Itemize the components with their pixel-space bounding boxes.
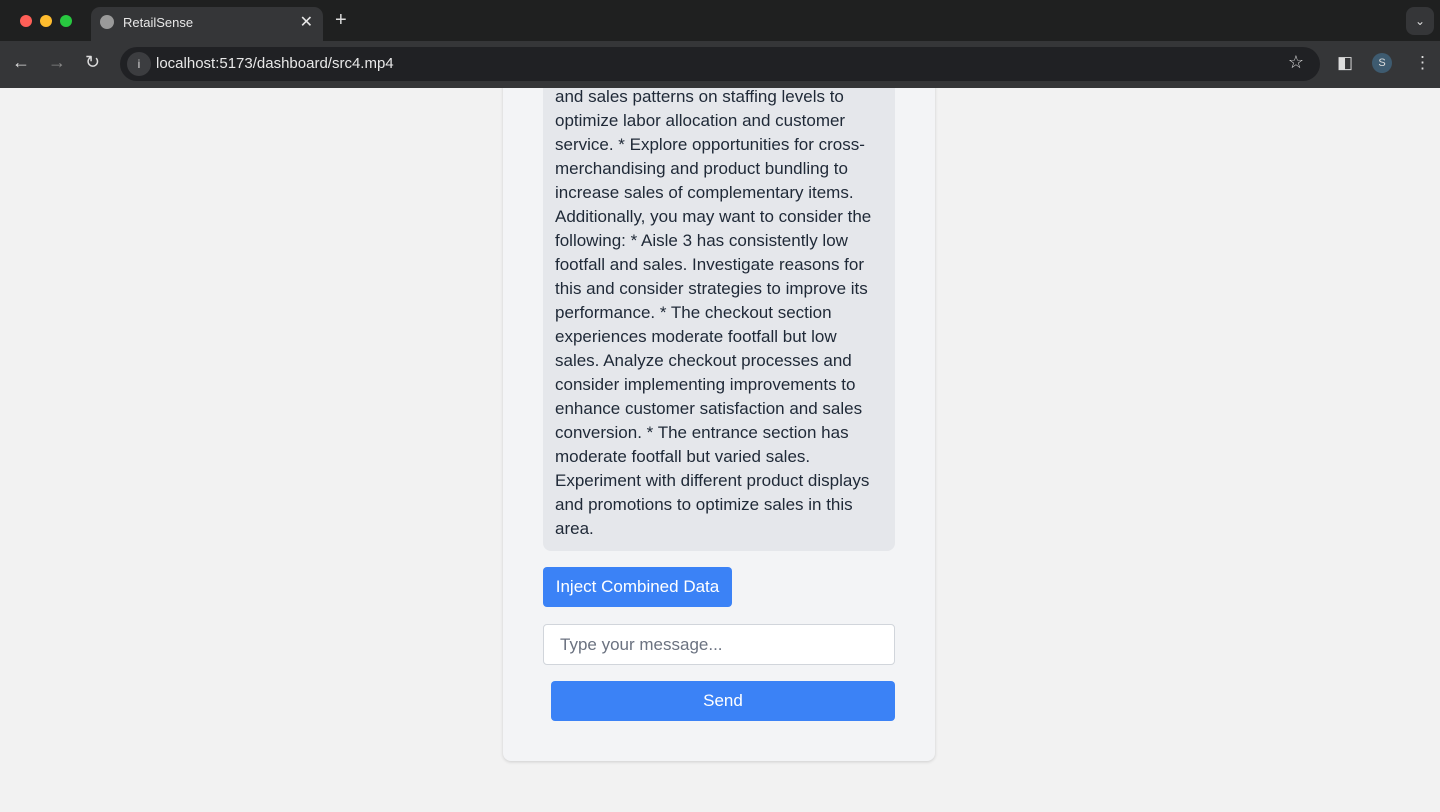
info-icon[interactable]: i [127, 52, 151, 76]
browser-tab[interactable]: RetailSense ✕ [91, 7, 323, 41]
reload-icon[interactable]: ↻ [85, 52, 100, 73]
profile-avatar[interactable]: S [1372, 53, 1392, 73]
send-button[interactable]: Send [551, 681, 895, 721]
close-window-button[interactable] [20, 15, 32, 27]
close-tab-icon[interactable]: ✕ [300, 12, 313, 32]
assistant-message-text: satisfaction. * Evaluate the impact of f… [555, 88, 872, 538]
tab-title: RetailSense [123, 15, 194, 30]
address-bar[interactable]: i localhost:5173/dashboard/src4.mp4 ☆ [120, 47, 1320, 81]
side-panel-icon[interactable]: ◧ [1337, 53, 1353, 73]
new-tab-button[interactable]: + [335, 9, 347, 32]
chat-card: satisfaction. * Evaluate the impact of f… [503, 88, 935, 761]
tab-bar: RetailSense ✕ + ⌄ [0, 0, 1440, 41]
menu-kebab-icon[interactable]: ⋮ [1414, 53, 1431, 73]
inject-combined-data-button[interactable]: Inject Combined Data [543, 567, 732, 607]
browser-toolbar: ← → ↻ i localhost:5173/dashboard/src4.mp… [0, 41, 1440, 88]
page-content: satisfaction. * Evaluate the impact of f… [0, 88, 1440, 812]
message-input[interactable] [543, 624, 895, 665]
maximize-window-button[interactable] [60, 15, 72, 27]
minimize-window-button[interactable] [40, 15, 52, 27]
assistant-message-bubble: satisfaction. * Evaluate the impact of f… [543, 88, 895, 551]
bookmark-star-icon[interactable]: ☆ [1288, 52, 1304, 73]
url-text[interactable]: localhost:5173/dashboard/src4.mp4 [156, 55, 394, 72]
forward-icon[interactable]: → [48, 52, 66, 73]
globe-icon [100, 15, 114, 29]
tab-search-button[interactable]: ⌄ [1406, 7, 1434, 35]
back-icon[interactable]: ← [12, 52, 30, 73]
